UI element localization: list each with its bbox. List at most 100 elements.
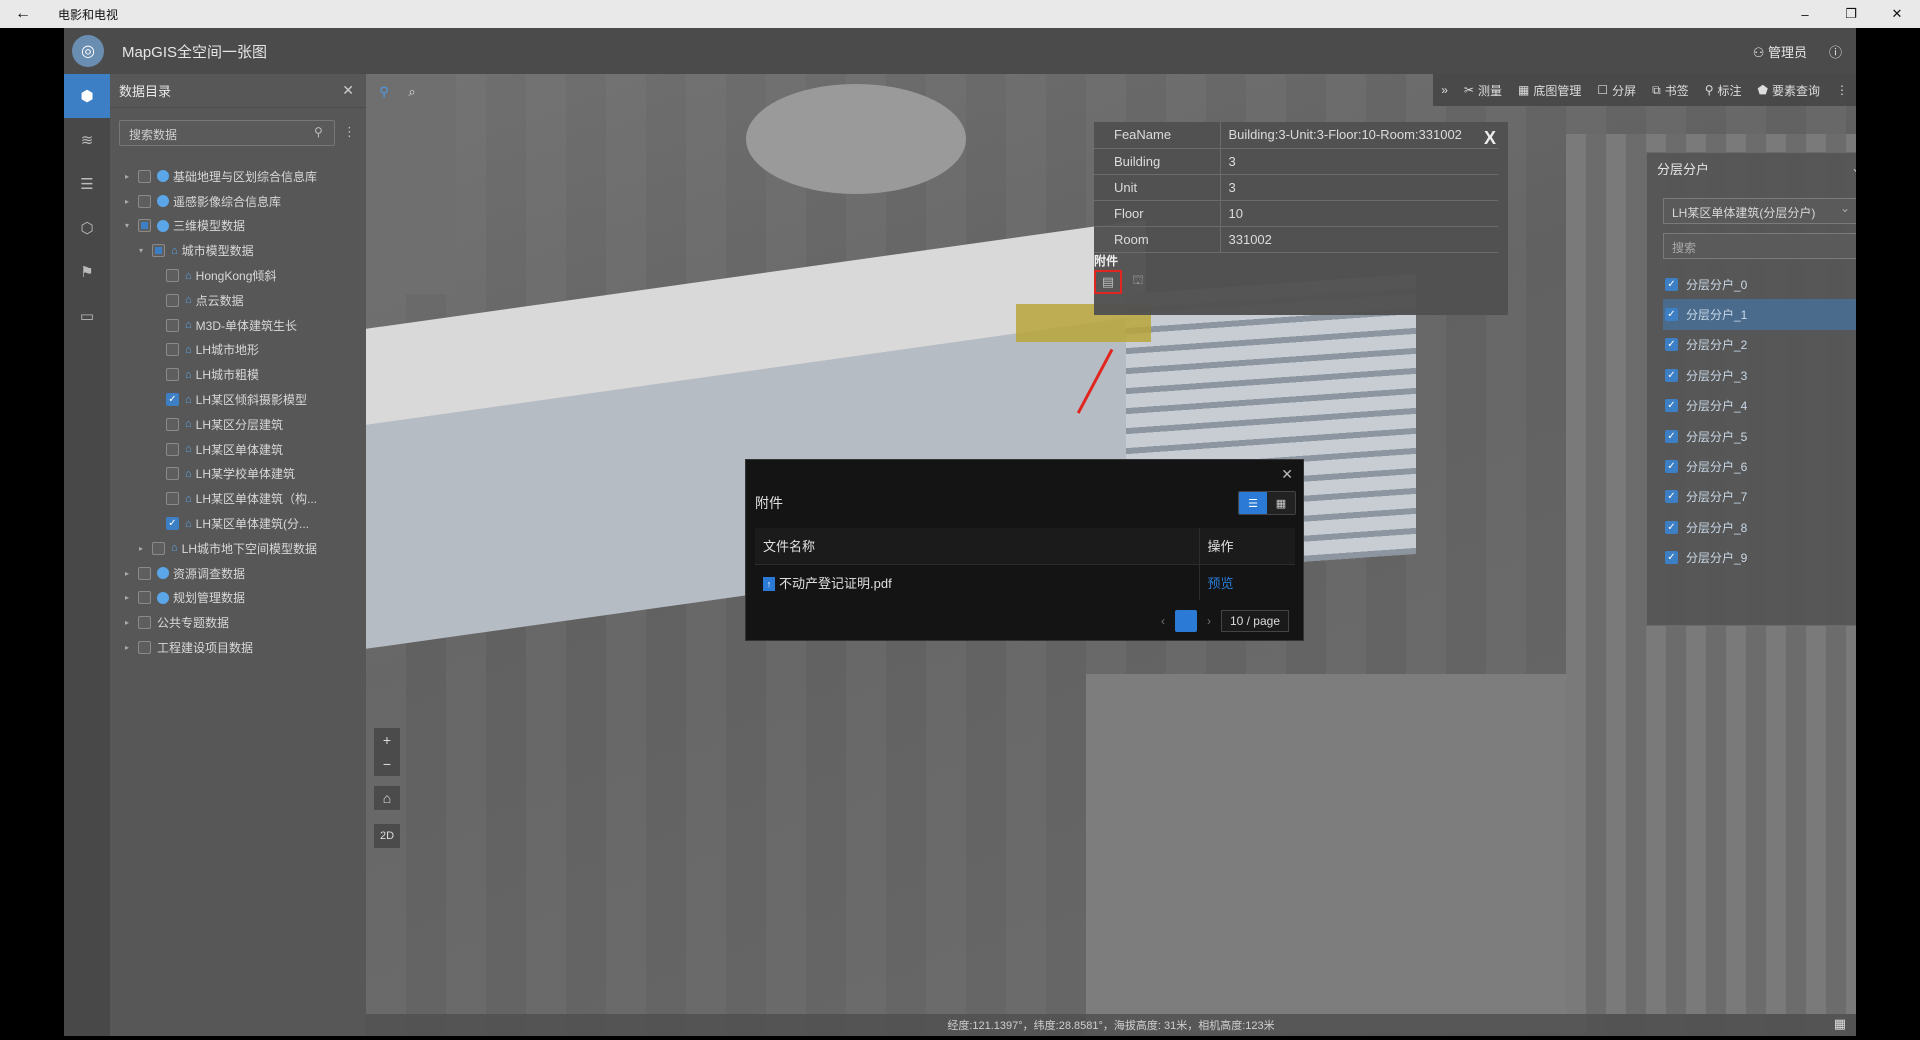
layer-checkbox[interactable]: ✓ xyxy=(1665,520,1678,534)
page-1-button[interactable]: 1 xyxy=(1174,610,1197,632)
tree-item[interactable]: ▸ 工程建设项目数据 xyxy=(110,635,366,660)
tree-checkbox[interactable] xyxy=(138,641,151,655)
back-arrow-icon[interactable]: ← xyxy=(0,5,46,23)
grid-view-icon[interactable]: ▦ xyxy=(1267,492,1295,514)
layer-list-item[interactable]: ✓ 分层分户_7 xyxy=(1663,482,1856,512)
tree-checkbox[interactable] xyxy=(138,566,151,580)
home-icon[interactable]: ⌂ xyxy=(374,786,400,810)
tree-item[interactable]: ▸ ⌂ LH城市地下空间模型数据 xyxy=(110,536,366,561)
close-window-button[interactable]: ✕ xyxy=(1874,0,1920,28)
layer-checkbox[interactable]: ✓ xyxy=(1665,460,1678,474)
tree-checkbox[interactable] xyxy=(166,417,179,431)
rail-monitor-icon[interactable]: ▭ xyxy=(64,294,110,338)
2d-toggle-button[interactable]: 2D xyxy=(374,824,400,848)
tree-checkbox[interactable] xyxy=(166,343,179,357)
layer-checkbox[interactable]: ✓ xyxy=(1665,368,1678,382)
rail-data-catalog-icon[interactable]: ⬢ xyxy=(64,74,110,118)
next-page-icon[interactable]: › xyxy=(1207,614,1211,628)
attachment-file-icon[interactable]: ▤ xyxy=(1094,270,1122,294)
toolbar-marker[interactable]: ⚲ 标注 xyxy=(1705,82,1742,99)
toolbar-collapse-icon[interactable]: » xyxy=(1441,83,1448,97)
page-size-select[interactable]: 10 / page xyxy=(1220,610,1289,632)
layer-checkbox[interactable]: ✓ xyxy=(1665,429,1678,443)
toolbar-measure[interactable]: ✂ 测量 xyxy=(1464,82,1502,99)
dialog-close-icon[interactable]: ✕ xyxy=(1281,466,1293,483)
tree-checkbox[interactable] xyxy=(138,591,151,605)
layer-list-item[interactable]: ✓ 分层分户_8 xyxy=(1663,512,1856,542)
layer-list-item[interactable]: ✓ 分层分户_4 xyxy=(1663,391,1856,421)
attachment-media-icon[interactable]: ⛫ xyxy=(1132,272,1144,290)
tree-checkbox[interactable] xyxy=(166,368,179,382)
tree-item[interactable]: ▸ 基础地理与区划综合信息库 xyxy=(110,164,366,189)
attribute-close-button[interactable]: X xyxy=(1484,128,1496,149)
expand-caret-icon[interactable]: ▸ xyxy=(122,172,132,181)
collapse-icon[interactable]: ⌄ xyxy=(1851,161,1856,176)
expand-caret-icon[interactable]: ▸ xyxy=(122,618,132,627)
tree-checkbox[interactable] xyxy=(166,467,179,481)
minimize-button[interactable]: – xyxy=(1782,0,1828,28)
tree-checkbox[interactable] xyxy=(152,541,165,555)
layer-list-item[interactable]: ✓ 分层分户_6 xyxy=(1663,451,1856,481)
tree-checkbox[interactable] xyxy=(166,492,179,506)
tree-item[interactable]: ⌂ LH城市粗模 xyxy=(110,362,366,387)
tree-item[interactable]: ⌂ LH某区单体建筑（构... xyxy=(110,486,366,511)
layer-checkbox[interactable]: ✓ xyxy=(1665,338,1678,352)
map-search-icon[interactable]: ⌕ xyxy=(402,82,422,102)
info-icon[interactable]: ⓘ xyxy=(1829,42,1842,61)
more-options-icon[interactable]: ⋮ xyxy=(343,124,356,140)
prev-page-icon[interactable]: ‹ xyxy=(1161,614,1165,628)
locate-pin-icon[interactable]: ⚲ xyxy=(374,82,394,102)
layer-list-item[interactable]: ✓ 分层分户_3 xyxy=(1663,360,1856,390)
toolbar-basemap[interactable]: ▦ 底图管理 xyxy=(1518,82,1581,99)
tree-item[interactable]: ⌂ 点云数据 xyxy=(110,288,366,313)
search-icon[interactable]: ⚲ xyxy=(314,125,323,139)
layer-select[interactable]: LH某区单体建筑(分层分户) xyxy=(1663,198,1856,224)
tree-checkbox[interactable] xyxy=(166,293,179,307)
tree-checkbox[interactable] xyxy=(138,616,151,630)
tree-item[interactable]: ▾ 三维模型数据 xyxy=(110,214,366,239)
layer-list-item[interactable]: ✓ 分层分户_0 xyxy=(1663,269,1856,299)
expand-caret-icon[interactable]: ▸ xyxy=(136,544,146,553)
zoom-out-button[interactable]: − xyxy=(374,752,400,776)
toolbar-split[interactable]: ☐ 分屏 xyxy=(1597,82,1636,99)
tree-checkbox[interactable] xyxy=(138,219,151,233)
list-view-icon[interactable]: ☰ xyxy=(1239,492,1267,514)
tree-item[interactable]: ✓ ⌂ LH某区倾斜摄影模型 xyxy=(110,387,366,412)
layer-list-item[interactable]: ✓ 分层分户_9 xyxy=(1663,543,1856,573)
layer-checkbox[interactable]: ✓ xyxy=(1665,490,1678,504)
layer-list-item[interactable]: ✓ 分层分户_1 xyxy=(1663,299,1856,330)
rail-layers-icon[interactable]: ≋ xyxy=(64,118,110,162)
tree-item[interactable]: ▸ 遥感影像综合信息库 xyxy=(110,189,366,214)
tree-checkbox[interactable] xyxy=(166,442,179,456)
tree-item[interactable]: ⌂ LH某区单体建筑 xyxy=(110,437,366,462)
tree-checkbox[interactable] xyxy=(152,244,165,258)
preview-link[interactable]: 预览 xyxy=(1208,576,1234,591)
tree-item[interactable]: ⌂ LH某学校单体建筑 xyxy=(110,462,366,487)
tree-checkbox[interactable] xyxy=(138,169,151,183)
rail-model-icon[interactable]: ⬡ xyxy=(64,206,110,250)
layer-list-item[interactable]: ✓ 分层分户_5 xyxy=(1663,421,1856,451)
close-catalog-icon[interactable]: ✕ xyxy=(342,82,354,99)
layer-list-item[interactable]: ✓ 分层分户_2 xyxy=(1663,330,1856,360)
toolbar-query[interactable]: ⬟ 要素查询 xyxy=(1758,82,1820,99)
toolbar-bookmark[interactable]: ⧉ 书签 xyxy=(1652,82,1689,99)
tree-checkbox[interactable] xyxy=(166,269,179,283)
layer-checkbox[interactable]: ✓ xyxy=(1665,399,1678,413)
tree-item[interactable]: ✓ ⌂ LH某区单体建筑(分... xyxy=(110,511,366,536)
restore-button[interactable]: ❐ xyxy=(1828,0,1874,28)
layer-checkbox[interactable]: ✓ xyxy=(1665,551,1678,565)
user-menu[interactable]: ⚇ 管理员 xyxy=(1753,42,1807,61)
layer-checkbox[interactable]: ✓ xyxy=(1665,277,1678,291)
expand-caret-icon[interactable]: ▾ xyxy=(136,246,146,255)
rail-flag-icon[interactable]: ⚑ xyxy=(64,250,110,294)
tree-checkbox[interactable] xyxy=(166,318,179,332)
rail-list-icon[interactable]: ☰ xyxy=(64,162,110,206)
tree-item[interactable]: ⌂ LH城市地形 xyxy=(110,338,366,363)
toolbar-more-icon[interactable]: ⋮ xyxy=(1836,83,1848,97)
expand-caret-icon[interactable]: ▸ xyxy=(122,569,132,578)
tree-checkbox[interactable] xyxy=(138,194,151,208)
expand-caret-icon[interactable]: ▸ xyxy=(122,593,132,602)
catalog-search-input[interactable]: 搜索数据 xyxy=(119,120,335,146)
expand-caret-icon[interactable]: ▸ xyxy=(122,197,132,206)
tree-item[interactable]: ⌂ M3D-单体建筑生长 xyxy=(110,313,366,338)
